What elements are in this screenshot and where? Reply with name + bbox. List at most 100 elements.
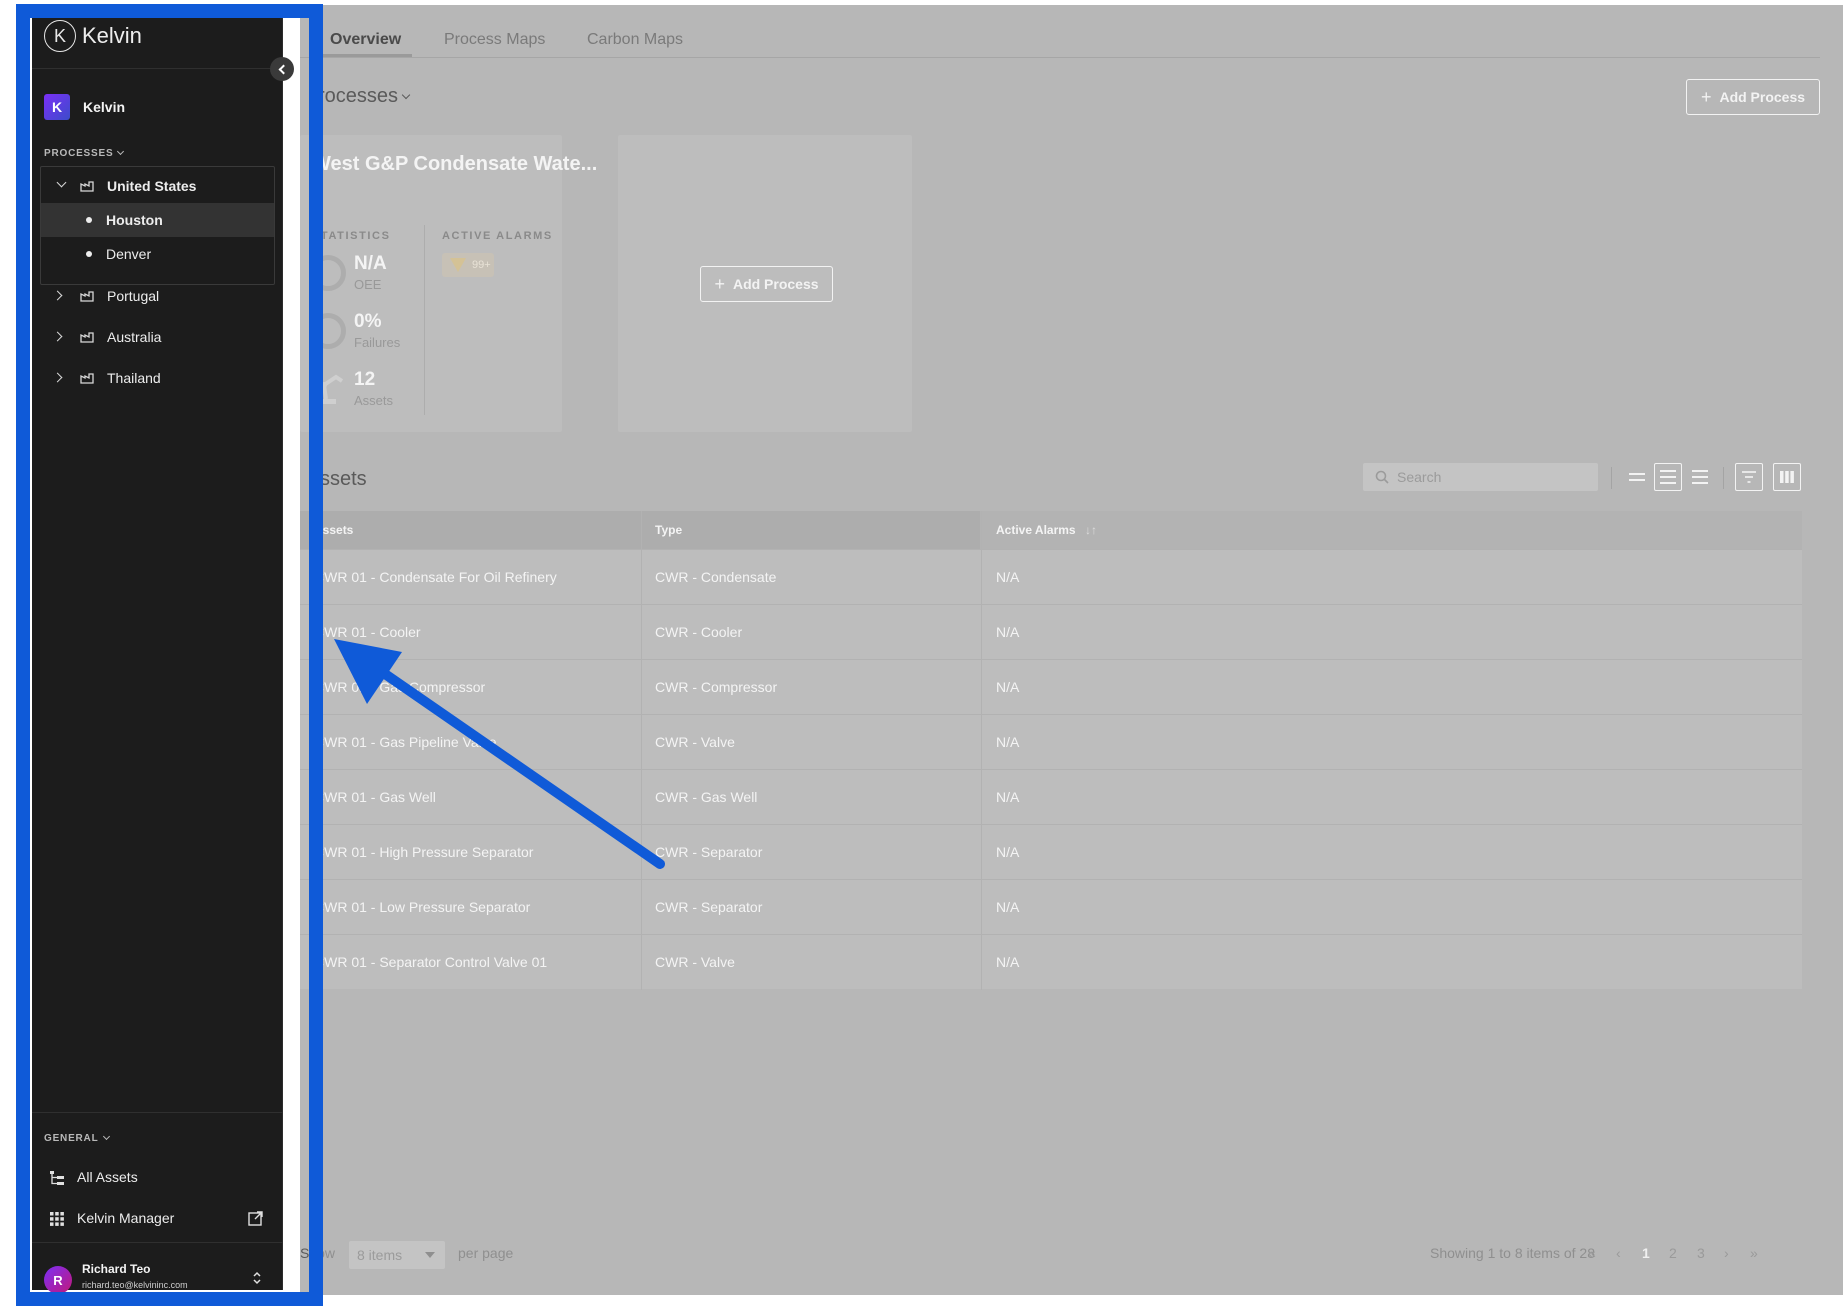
plus-icon: + <box>1700 87 1712 107</box>
tree-item-houston[interactable]: Houston <box>41 203 274 237</box>
prev-page-button[interactable]: ‹ <box>1616 1245 1621 1261</box>
search-icon <box>1375 470 1389 484</box>
cell-asset: CWR 01 - Cooler <box>314 624 421 640</box>
cell-type: CWR - Valve <box>655 734 735 750</box>
oee-ring-icon <box>310 255 346 291</box>
table-row[interactable]: CWR 01 - Gas Pipeline Valve CWR - Valve N/… <box>300 714 1802 769</box>
tree-item-united-states[interactable]: United States <box>32 169 283 203</box>
cell-type: CWR - Separator <box>655 844 763 860</box>
page-3-button[interactable]: 3 <box>1697 1245 1705 1261</box>
user-name: Richard Teo <box>82 1262 151 1276</box>
table-row[interactable]: CWR 01 - Gas Well CWR - Gas Well N/A <box>300 769 1802 824</box>
kelvin-logo[interactable]: K Kelvin <box>44 20 142 52</box>
add-process-card: + Add Process <box>618 135 912 432</box>
warning-triangle-icon <box>450 258 466 272</box>
cell-type: CWR - Gas Well <box>655 789 758 805</box>
k-logo-icon: K <box>44 20 76 52</box>
processes-heading-text: PROCESSES <box>44 148 114 159</box>
tree-label-portugal: Portugal <box>107 288 160 304</box>
tab-carbon-maps[interactable]: Carbon Maps <box>587 31 683 49</box>
tree-item-denver[interactable]: Denver <box>32 237 283 271</box>
user-avatar: R <box>44 1266 72 1294</box>
chevron-updown-icon[interactable] <box>252 1270 262 1286</box>
column-header-assets[interactable]: Assets <box>314 511 353 549</box>
add-process-button[interactable]: + Add Process <box>1686 79 1820 115</box>
toolbar-divider <box>1723 467 1724 489</box>
nav-kelvin-manager[interactable]: Kelvin Manager <box>32 1202 283 1236</box>
last-page-button[interactable]: » <box>1750 1245 1758 1261</box>
page-1-button[interactable]: 1 <box>1642 1245 1650 1261</box>
app-window: Overview Process Maps Carbon Maps rocess… <box>0 0 1848 1312</box>
external-link-icon[interactable] <box>248 1211 263 1226</box>
oee-value: N/A <box>354 253 387 274</box>
column-header-type[interactable]: Type <box>655 511 682 549</box>
cell-type: CWR - Separator <box>655 899 763 915</box>
tree-item-australia[interactable]: Australia <box>32 320 283 354</box>
add-process-label: Add Process <box>1719 89 1806 105</box>
active-alarms-header-text: Active Alarms <box>996 523 1076 537</box>
factory-icon <box>80 291 94 302</box>
toolbar-divider <box>1611 467 1612 489</box>
tree-item-thailand[interactable]: Thailand <box>32 361 283 395</box>
assets-count-value: 12 <box>354 369 376 390</box>
show-label-text: how <box>309 1245 336 1261</box>
list-view-default-button[interactable] <box>1654 463 1682 491</box>
bullet-icon <box>86 251 92 257</box>
table-row[interactable]: CWR 01 - Condensate For Oil Refinery CWR … <box>300 549 1802 604</box>
user-email: richard.teo@kelvininc.com <box>82 1280 188 1290</box>
nav-all-assets[interactable]: All Assets <box>32 1161 283 1195</box>
table-body: CWR 01 - Condensate For Oil Refinery CWR … <box>300 549 1802 989</box>
tree-label-denver: Denver <box>106 246 152 262</box>
factory-icon <box>80 181 94 192</box>
tree-label-thailand: Thailand <box>107 370 161 386</box>
column-divider <box>641 511 642 990</box>
list-view-expanded-button[interactable] <box>1686 463 1714 491</box>
tree-item-portugal[interactable]: Portugal <box>32 279 283 313</box>
page-2-button[interactable]: 2 <box>1669 1245 1677 1261</box>
next-page-button[interactable]: › <box>1724 1245 1729 1261</box>
processes-heading[interactable]: PROCESSES <box>44 147 125 159</box>
cell-active-alarms: N/A <box>996 624 1020 640</box>
card-add-process-button[interactable]: + Add Process <box>700 266 833 302</box>
table-row[interactable]: CWR 01 - Gas Compressor CWR - Compressor N… <box>300 659 1802 714</box>
chevron-down-icon <box>102 1132 110 1141</box>
cell-asset: CWR 01 - High Pressure Separator <box>314 844 534 860</box>
table-row[interactable]: CWR 01 - Separator Control Valve 01 CWR -… <box>300 934 1802 989</box>
alarm-count: 99+ <box>472 259 491 271</box>
statistics-label: STATISTICS <box>312 230 391 242</box>
active-tab-indicator <box>317 54 412 57</box>
general-heading-text: GENERAL <box>44 1133 99 1144</box>
column-header-active-alarms[interactable]: Active Alarms ↓↑ <box>980 511 1802 549</box>
cell-active-alarms: N/A <box>996 844 1020 860</box>
first-page-button[interactable]: « <box>1588 1245 1596 1261</box>
table-row[interactable]: CWR 01 - High Pressure Separator CWR - Se… <box>300 824 1802 879</box>
table-header: Assets Type Active Alarms ↓↑ <box>300 511 1802 549</box>
sort-icon[interactable]: ↓↑ <box>1085 523 1097 537</box>
filter-button[interactable] <box>1735 463 1763 491</box>
list-view-compact-button[interactable] <box>1623 463 1651 491</box>
card-divider <box>424 225 425 415</box>
general-heading[interactable]: GENERAL <box>44 1132 110 1144</box>
columns-button[interactable] <box>1773 463 1801 491</box>
table-row[interactable]: CWR 01 - Cooler CWR - Cooler N/A <box>300 604 1802 659</box>
per-page-select[interactable]: 8 items <box>349 1241 445 1269</box>
table-row[interactable]: CWR 01 - Low Pressure Separator CWR - Sep… <box>300 879 1802 934</box>
workspace-avatar: K <box>44 94 70 120</box>
tab-overview[interactable]: Overview <box>330 31 401 49</box>
cell-active-alarms: N/A <box>996 789 1020 805</box>
workspace-name[interactable]: Kelvin <box>83 99 125 115</box>
chevron-right-icon <box>52 372 63 383</box>
alarm-badge[interactable]: 99+ <box>442 253 494 277</box>
main-content: Overview Process Maps Carbon Maps rocess… <box>300 5 1843 1295</box>
failures-ring-icon <box>310 313 346 349</box>
tab-process-maps[interactable]: Process Maps <box>444 31 545 49</box>
collapse-sidebar-button[interactable] <box>270 57 294 81</box>
process-card[interactable]: West G&P Condensate Wate... STATISTICS A… <box>300 135 597 432</box>
search-input[interactable]: Search <box>1363 463 1598 491</box>
cell-active-alarms: N/A <box>996 569 1020 585</box>
nav-all-assets-label: All Assets <box>77 1169 138 1185</box>
processes-title[interactable]: rocesses <box>318 85 411 108</box>
assets-table: Assets Type Active Alarms ↓↑ CWR 01 - Co… <box>300 511 1802 989</box>
divider <box>32 1242 283 1243</box>
grid-icon <box>50 1212 64 1226</box>
